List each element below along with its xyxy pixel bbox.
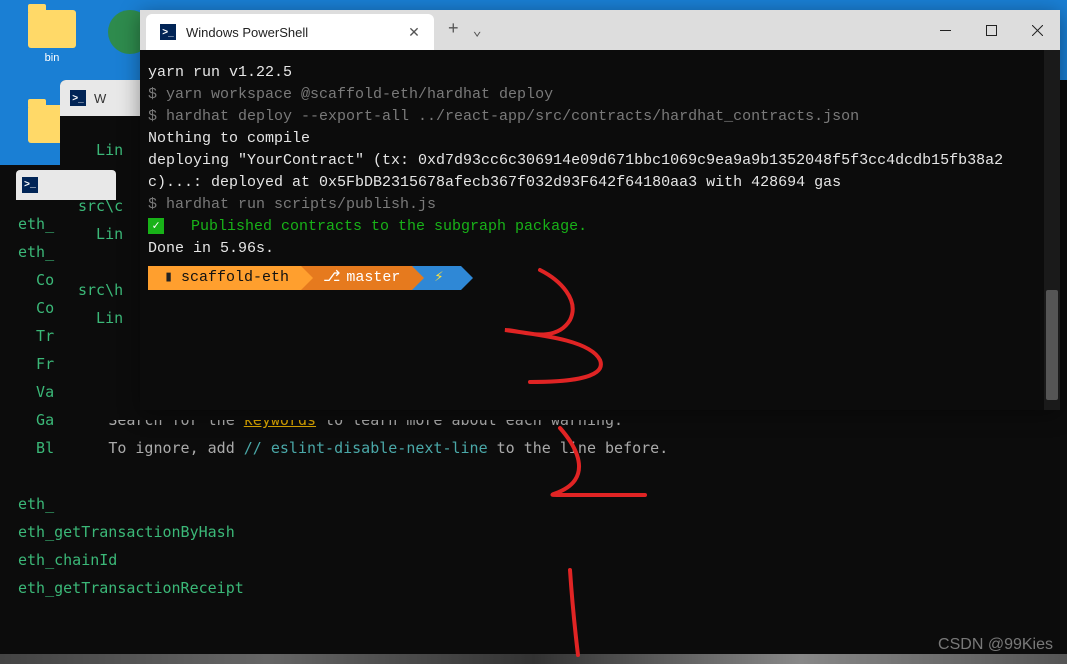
desktop-folder-bin[interactable]: bin <box>22 10 82 64</box>
minimize-button[interactable] <box>922 10 968 50</box>
tab-label: W <box>94 91 106 106</box>
prompt-segment-branch: ⎇ master <box>301 266 412 290</box>
tab-strip: >_ Windows PowerShell ✕ + ⌄ <box>140 10 496 50</box>
output-line: $ yarn workspace @scaffold-eth/hardhat d… <box>148 86 553 103</box>
lightning-icon: ⚡ <box>434 267 443 289</box>
folder-icon <box>28 10 76 48</box>
output-line: Done in 5.96s. <box>148 240 274 257</box>
checkmark-icon: ✓ <box>148 218 164 234</box>
shell-prompt: ▮ scaffold-eth ⎇ master ⚡ <box>148 266 1052 290</box>
powershell-window: >_ Windows PowerShell ✕ + ⌄ yarn run v1.… <box>140 10 1060 410</box>
output-line: yarn run v1.22.5 <box>148 64 292 81</box>
maximize-button[interactable] <box>968 10 1014 50</box>
output-line: Nothing to compile <box>148 130 310 147</box>
new-tab-button[interactable]: + <box>448 20 459 40</box>
terminal-body[interactable]: yarn run v1.22.5 $ yarn workspace @scaff… <box>140 50 1060 410</box>
close-button[interactable] <box>1014 10 1060 50</box>
tab-actions: + ⌄ <box>434 10 496 50</box>
scrollbar-thumb[interactable] <box>1046 290 1058 400</box>
output-line: deploying "YourContract" (tx: 0xd7d93cc6… <box>148 152 1003 191</box>
output-line: $ hardhat run scripts/publish.js <box>148 196 436 213</box>
window-controls <box>922 10 1060 50</box>
prompt-dir-label: scaffold-eth <box>181 267 289 289</box>
desktop-icon-label: bin <box>22 52 82 64</box>
output-line: $ hardhat deploy --export-all ../react-a… <box>148 108 859 125</box>
scrollbar-track[interactable] <box>1044 50 1060 410</box>
taskbar[interactable] <box>0 654 1067 664</box>
window-titlebar[interactable]: >_ Windows PowerShell ✕ + ⌄ <box>140 10 1060 50</box>
prompt-segment-dir: ▮ scaffold-eth <box>148 266 301 290</box>
background-terminal-1-tab[interactable]: >_ <box>16 170 116 200</box>
prompt-branch-label: master <box>346 267 400 289</box>
active-tab[interactable]: >_ Windows PowerShell ✕ <box>146 14 434 50</box>
tab-close-button[interactable]: ✕ <box>408 24 420 41</box>
powershell-icon: >_ <box>22 177 38 193</box>
powershell-icon: >_ <box>70 90 86 106</box>
folder-icon: ▮ <box>164 267 173 289</box>
powershell-icon: >_ <box>160 24 176 40</box>
branch-icon: ⎇ <box>323 267 340 289</box>
output-line: Published contracts to the subgraph pack… <box>164 218 587 235</box>
watermark: CSDN @99Kies <box>938 636 1053 654</box>
tab-title: Windows PowerShell <box>186 25 308 40</box>
tab-dropdown-button[interactable]: ⌄ <box>473 21 482 40</box>
